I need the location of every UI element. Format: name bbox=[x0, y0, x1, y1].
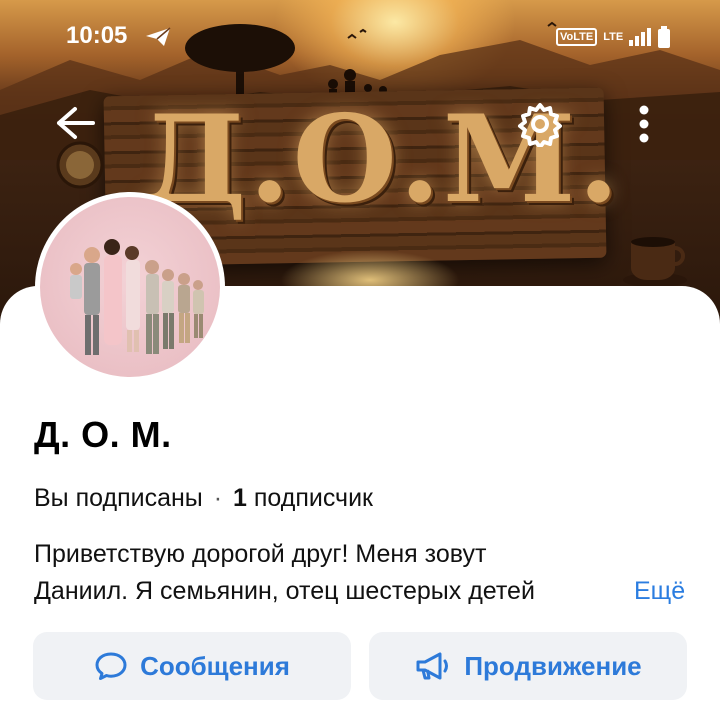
more-link[interactable]: Ещё bbox=[630, 573, 685, 610]
promotion-label: Продвижение bbox=[464, 650, 642, 681]
signal-icon bbox=[629, 28, 652, 46]
avatar[interactable] bbox=[35, 192, 225, 382]
more-options-button[interactable] bbox=[626, 100, 662, 148]
status-time: 10:05 bbox=[66, 22, 128, 49]
about-text: Приветствую дорогой друг! Меня зовут Дан… bbox=[34, 536, 688, 610]
promotion-button[interactable]: Продвижение bbox=[369, 632, 687, 700]
coffee-cup-icon bbox=[623, 237, 687, 287]
about-line-2: Даниил. Я семьянин, отец шестерых детей bbox=[34, 577, 535, 605]
separator: · bbox=[213, 484, 223, 512]
status-indicators: VoLTE LTE bbox=[556, 26, 671, 48]
messages-button[interactable]: Сообщения bbox=[33, 632, 351, 700]
back-button[interactable] bbox=[50, 100, 100, 146]
subscriber-label[interactable]: подписчик bbox=[254, 484, 373, 512]
avatar-photo bbox=[40, 197, 220, 377]
more-vertical-icon bbox=[639, 105, 649, 143]
arrow-left-icon bbox=[57, 107, 95, 139]
about-line-2-row: Даниил. Я семьянин, отец шестерых детей … bbox=[34, 573, 688, 610]
subscriber-count[interactable]: 1 bbox=[233, 484, 247, 512]
battery-icon bbox=[658, 26, 671, 48]
family-photo bbox=[70, 239, 204, 355]
gear-icon bbox=[518, 103, 562, 147]
lte-indicator: LTE bbox=[603, 30, 624, 43]
messages-label: Сообщения bbox=[140, 650, 290, 681]
volte-indicator: VoLTE bbox=[556, 28, 598, 46]
about-line-1: Приветствую дорогой друг! Меня зовут bbox=[34, 540, 487, 568]
subscription-status[interactable]: Вы подписаны bbox=[34, 484, 203, 512]
page-title: Д. О. М. bbox=[34, 414, 172, 455]
megaphone-icon bbox=[416, 652, 449, 680]
telegram-icon bbox=[146, 27, 171, 46]
subscription-info: Вы подписаны · 1 подписчик bbox=[34, 484, 373, 513]
settings-button[interactable] bbox=[514, 98, 566, 150]
chat-bubble-icon bbox=[95, 652, 127, 680]
